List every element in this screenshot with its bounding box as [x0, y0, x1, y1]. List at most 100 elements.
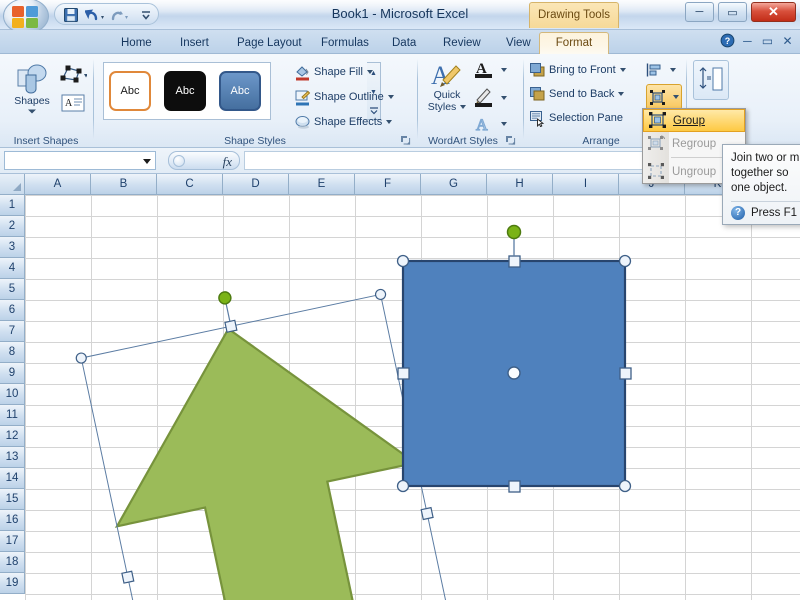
shape-effects-button[interactable]: Shape Effects — [294, 112, 393, 132]
text-fill-icon: A — [474, 58, 494, 82]
minimize-ribbon-icon[interactable]: ─ — [739, 33, 756, 50]
text-box-icon: A — [61, 94, 85, 112]
row-header-7[interactable]: 7 — [0, 321, 25, 342]
chevron-down-icon[interactable] — [501, 122, 507, 126]
grid-area[interactable] — [25, 195, 800, 600]
row-header-11[interactable]: 11 — [0, 405, 25, 426]
shape-effects-label: Shape Effects — [314, 116, 383, 128]
shape-style-item-2[interactable]: Abc — [162, 68, 208, 114]
insert-function-icon[interactable]: fx — [223, 154, 232, 170]
bring-to-front-icon — [529, 62, 546, 79]
row-header-12[interactable]: 12 — [0, 426, 25, 447]
row-header-2[interactable]: 2 — [0, 216, 25, 237]
column-header-I[interactable]: I — [553, 174, 619, 195]
text-outline-button[interactable] — [474, 88, 514, 108]
ribbon-group-shape-styles: Abc Abc Abc ▲ ▼ Shape Fill Shape Outline… — [96, 54, 414, 148]
chevron-down-icon[interactable] — [386, 120, 393, 124]
send-to-back-button[interactable]: Send to Back — [529, 84, 625, 104]
tab-insert[interactable]: Insert — [171, 32, 218, 54]
ribbon-group-wordart-styles: A Quick Styles A A WordArt Styles — [420, 54, 520, 148]
row-header-8[interactable]: 8 — [0, 342, 25, 363]
row-header-18[interactable]: 18 — [0, 552, 25, 573]
send-to-back-icon — [529, 86, 546, 103]
menu-item-group[interactable]: Group — [643, 109, 745, 132]
shape-styles-dialog-launcher[interactable] — [400, 135, 411, 146]
minimize-button[interactable]: ─ — [684, 2, 714, 22]
text-effects-button[interactable]: A — [474, 114, 514, 135]
window-title: Book1 - Microsoft Excel — [331, 6, 469, 21]
group-split-button[interactable] — [646, 84, 682, 110]
row-header-17[interactable]: 17 — [0, 531, 25, 552]
row-header-9[interactable]: 9 — [0, 363, 25, 384]
contextual-tab-group-label: Drawing Tools — [529, 2, 619, 28]
shape-style-item-1[interactable]: Abc — [107, 68, 153, 114]
column-header-C[interactable]: C — [157, 174, 223, 195]
formula-bar-buttons[interactable]: fx — [168, 151, 240, 170]
size-button[interactable] — [693, 60, 729, 100]
select-all-button[interactable] — [0, 174, 25, 195]
row-header-13[interactable]: 13 — [0, 447, 25, 468]
row-header-10[interactable]: 10 — [0, 384, 25, 405]
tab-page-layout[interactable]: Page Layout — [228, 32, 311, 54]
column-header-A[interactable]: A — [25, 174, 91, 195]
restore-button[interactable]: ▭ — [717, 2, 747, 22]
row-header-4[interactable]: 4 — [0, 258, 25, 279]
tab-home[interactable]: Home — [112, 32, 161, 54]
tab-format[interactable]: Format — [539, 32, 609, 54]
row-header-6[interactable]: 6 — [0, 300, 25, 321]
restore-window-small-icon[interactable]: ▭ — [759, 33, 776, 50]
column-header-G[interactable]: G — [421, 174, 487, 195]
text-fill-button[interactable]: A — [474, 60, 514, 80]
chevron-down-icon[interactable] — [618, 92, 625, 96]
edit-shape-button[interactable] — [58, 64, 88, 86]
align-button[interactable] — [646, 60, 682, 80]
close-window-small-icon[interactable]: ✕ — [779, 33, 796, 50]
shape-effects-icon — [294, 114, 311, 131]
chevron-down-icon[interactable] — [501, 96, 507, 100]
tab-data[interactable]: Data — [383, 32, 425, 54]
group-label-wordart-styles: WordArt Styles — [428, 135, 498, 147]
row-header-1[interactable]: 1 — [0, 195, 25, 216]
bring-to-front-button[interactable]: Bring to Front — [529, 60, 626, 80]
paint-bucket-icon — [294, 64, 311, 81]
chevron-down-icon[interactable] — [366, 70, 373, 74]
column-header-B[interactable]: B — [91, 174, 157, 195]
shape-outline-button[interactable]: Shape Outline — [294, 87, 394, 107]
column-header-E[interactable]: E — [289, 174, 355, 195]
shape-fill-button[interactable]: Shape Fill — [294, 62, 373, 82]
row-header-14[interactable]: 14 — [0, 468, 25, 489]
chevron-down-icon[interactable] — [143, 159, 151, 164]
expand-formula-bar-icon[interactable] — [173, 155, 185, 167]
wordart-styles-dialog-launcher[interactable] — [505, 135, 516, 146]
shape-style-item-3[interactable]: Abc — [217, 68, 263, 114]
name-box[interactable] — [4, 151, 156, 170]
row-header-16[interactable]: 16 — [0, 510, 25, 531]
chevron-down-icon[interactable] — [501, 68, 507, 72]
close-button[interactable]: ✕ — [751, 2, 796, 22]
help-icon: ? — [731, 206, 745, 220]
row-header-5[interactable]: 5 — [0, 279, 25, 300]
shapes-button[interactable]: Shapes — [6, 62, 58, 115]
tab-review[interactable]: Review — [434, 32, 490, 54]
row-header-15[interactable]: 15 — [0, 489, 25, 510]
tab-formulas[interactable]: Formulas — [312, 32, 378, 54]
edit-shape-icon — [60, 65, 88, 83]
chevron-down-icon[interactable] — [387, 95, 394, 99]
column-header-F[interactable]: F — [355, 174, 421, 195]
row-header-3[interactable]: 3 — [0, 237, 25, 258]
chevron-down-icon[interactable] — [673, 95, 679, 99]
column-header-H[interactable]: H — [487, 174, 553, 195]
chevron-down-icon[interactable] — [619, 68, 626, 72]
chevron-down-icon[interactable] — [460, 105, 467, 110]
tab-view[interactable]: View — [497, 32, 540, 54]
row-header-19[interactable]: 19 — [0, 573, 25, 594]
chevron-down-icon[interactable] — [670, 68, 676, 72]
shape-styles-gallery[interactable]: Abc Abc Abc — [103, 62, 271, 120]
text-box-button[interactable]: A — [58, 92, 88, 116]
wordart-quick-styles-button[interactable]: A Quick Styles — [424, 60, 470, 113]
help-icon[interactable]: ? — [719, 33, 736, 50]
size-icon — [699, 67, 723, 91]
shape-outline-label: Shape Outline — [314, 91, 384, 103]
column-header-D[interactable]: D — [223, 174, 289, 195]
selection-pane-button[interactable]: Selection Pane — [529, 108, 623, 128]
